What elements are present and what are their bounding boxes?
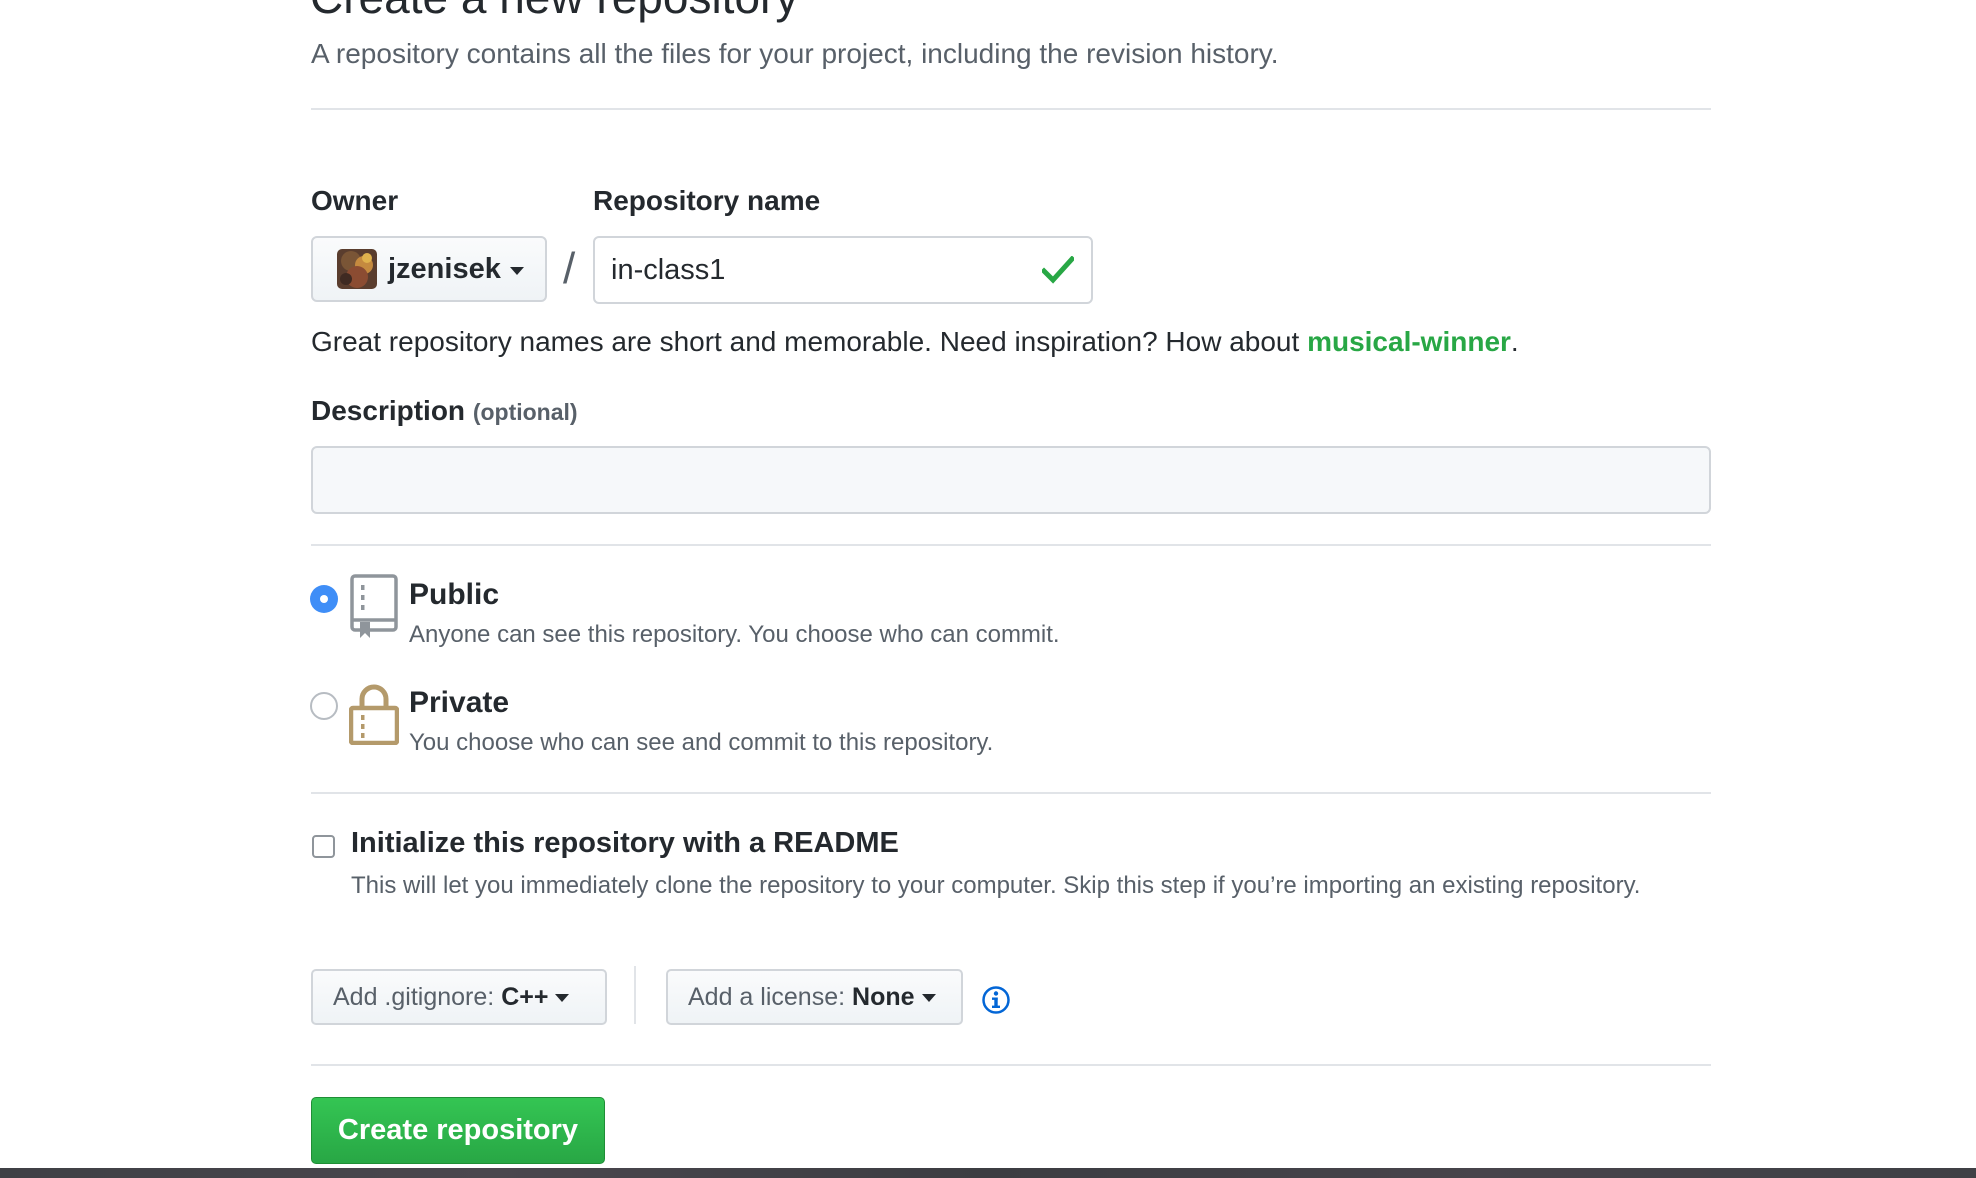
divider (311, 108, 1711, 110)
private-label: Private (409, 686, 510, 719)
divider (311, 544, 1711, 546)
divider (311, 1064, 1711, 1066)
gitignore-dropdown[interactable]: Add .gitignore: C++ (311, 969, 607, 1025)
chevron-down-icon (555, 994, 570, 1002)
chevron-down-icon (509, 266, 524, 275)
readme-label: Initialize this repository with a README (351, 827, 899, 859)
private-radio[interactable] (310, 692, 338, 720)
repository-name-hint: Great repository names are short and mem… (311, 326, 1519, 358)
vertical-divider (634, 966, 636, 1024)
page-title: Create a new repository (310, 0, 798, 24)
repository-name-label: Repository name (593, 185, 821, 216)
license-label: Add a license: (688, 982, 846, 1011)
public-description: Anyone can see this repository. You choo… (409, 621, 1060, 648)
window-bottom-edge (0, 1168, 1976, 1178)
private-description: You choose who can see and commit to thi… (409, 729, 994, 756)
license-value: None (852, 982, 915, 1011)
divider (311, 792, 1711, 794)
description-input[interactable] (311, 446, 1711, 514)
new-repository-page: Create a new repository A repository con… (0, 0, 1976, 1178)
readme-description: This will let you immediately clone the … (351, 872, 1641, 899)
page-subtitle: A repository contains all the files for … (311, 38, 1279, 69)
name-suggestion-link[interactable]: musical-winner (1307, 326, 1511, 357)
hint-text: Great repository names are short and mem… (311, 326, 1308, 357)
lock-icon (349, 684, 399, 745)
check-icon (1042, 256, 1074, 284)
public-label: Public (409, 578, 500, 611)
repo-book-icon (350, 574, 398, 638)
hint-suffix: . (1510, 326, 1519, 357)
owner-dropdown[interactable]: jzenisek (311, 236, 547, 302)
avatar (337, 249, 377, 289)
public-radio[interactable] (310, 585, 338, 613)
chevron-down-icon (921, 994, 936, 1002)
owner-name: jzenisek (388, 252, 501, 285)
owner-label: Owner (311, 185, 399, 216)
gitignore-value: C++ (501, 982, 549, 1011)
gitignore-label: Add .gitignore: (333, 982, 495, 1011)
optional-label: (optional) (472, 399, 578, 425)
owner-repo-separator: / (563, 244, 576, 293)
license-dropdown[interactable]: Add a license: None (666, 969, 963, 1025)
description-label-text: Description (311, 395, 466, 426)
description-label: Description (optional) (311, 395, 578, 427)
readme-checkbox[interactable] (312, 835, 335, 858)
info-icon[interactable] (981, 985, 1011, 1015)
repository-name-input[interactable] (593, 236, 1093, 304)
create-repository-button[interactable]: Create repository (311, 1097, 605, 1164)
